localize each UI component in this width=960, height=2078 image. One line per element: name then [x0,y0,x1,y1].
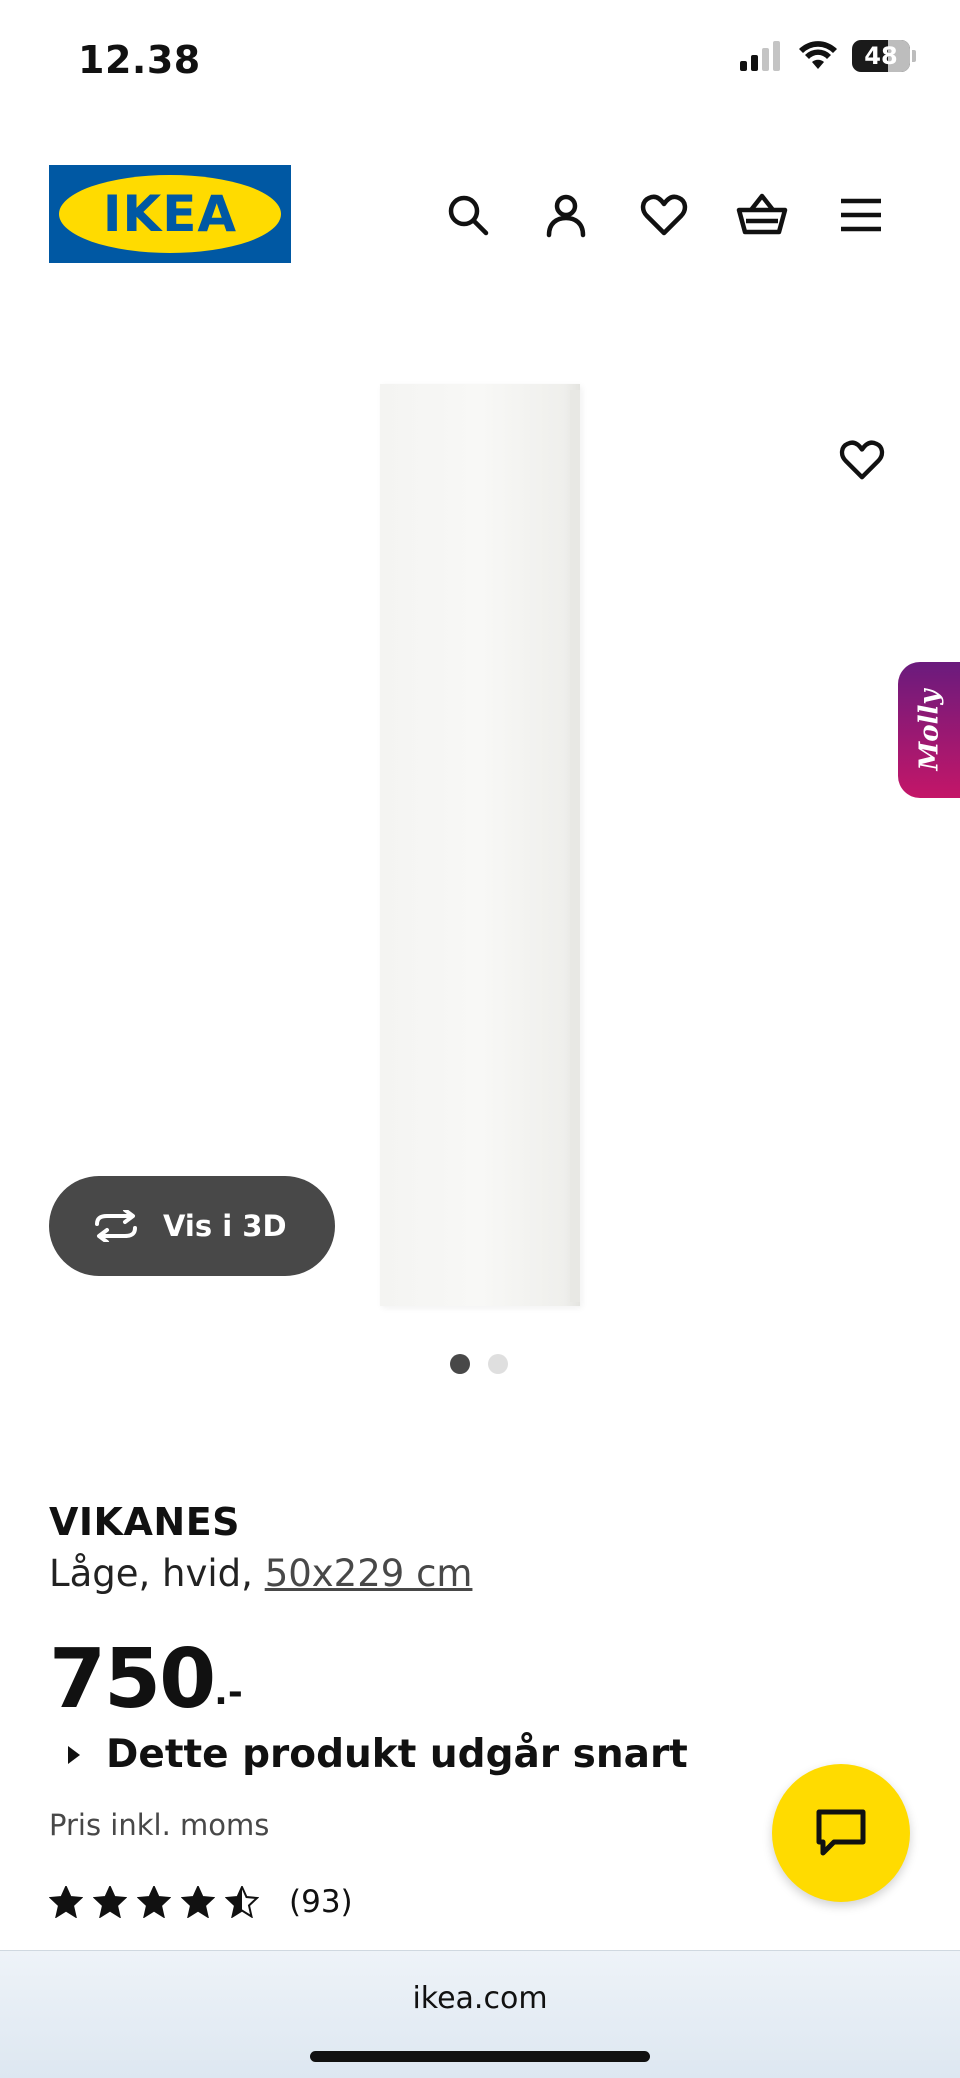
status-indicators: 48 [740,40,916,72]
product-description-text: Låge, hvid, [49,1552,253,1595]
add-to-favourites-heart-icon[interactable] [836,434,888,486]
star-icon [137,1886,171,1918]
rotate-3d-icon [95,1210,137,1242]
product-size-link[interactable]: 50x229 cm [265,1552,473,1595]
search-icon[interactable] [440,187,496,243]
logo-oval: IKEA [59,175,281,253]
account-icon[interactable] [538,187,594,243]
product-description: Låge, hvid, 50x229 cm [49,1552,909,1595]
price-suffix: .- [214,1672,243,1713]
product-price: 750 .- [49,1632,243,1727]
star-icon [49,1886,83,1918]
review-count: (93) [289,1884,353,1920]
ikea-logo[interactable]: IKEA [49,165,291,263]
wifi-icon [799,41,837,69]
product-name: VIKANES [49,1500,241,1544]
home-indicator[interactable] [310,2051,650,2062]
chat-bubble-icon [816,1809,866,1856]
cellular-signal-icon [740,41,780,71]
price-value: 750 [49,1632,216,1727]
gallery-pagination [450,1354,508,1374]
expand-triangle-icon [68,1745,80,1764]
view-in-3d-button[interactable]: Vis i 3D [49,1176,335,1276]
discontinued-notice-text: Dette produkt udgår snart [106,1732,688,1777]
product-rating[interactable]: (93) [49,1884,353,1920]
status-time: 12.38 [78,38,201,82]
product-image [380,384,580,1306]
star-icon [181,1886,215,1918]
battery-tip [912,50,916,62]
product-info: VIKANES Låge, hvid, 50x229 cm [49,1500,909,1595]
menu-icon[interactable] [833,187,889,243]
star-icon [225,1886,259,1918]
pagination-dot-2[interactable] [488,1354,508,1374]
logo-text: IKEA [102,185,238,243]
view-in-3d-label: Vis i 3D [163,1209,287,1243]
battery-level: 48 [864,42,898,70]
basket-icon[interactable] [734,187,790,243]
product-image-edge [570,390,580,1302]
site-header: IKEA [0,165,960,265]
browser-url[interactable]: ikea.com [0,1981,960,2016]
status-bar: 12.38 48 [0,0,960,120]
molly-label: Molly [914,689,945,771]
discontinued-notice[interactable]: Dette produkt udgår snart [68,1732,688,1777]
star-icon [93,1886,127,1918]
price-vat-note: Pris inkl. moms [49,1808,270,1842]
heart-icon[interactable] [636,187,692,243]
chat-button[interactable] [772,1764,910,1902]
rating-stars [49,1886,259,1918]
battery-icon: 48 [852,40,910,72]
browser-address-bar: ikea.com [0,1950,960,2078]
pagination-dot-1[interactable] [450,1354,470,1374]
molly-assistant-button[interactable]: Molly [898,662,960,798]
